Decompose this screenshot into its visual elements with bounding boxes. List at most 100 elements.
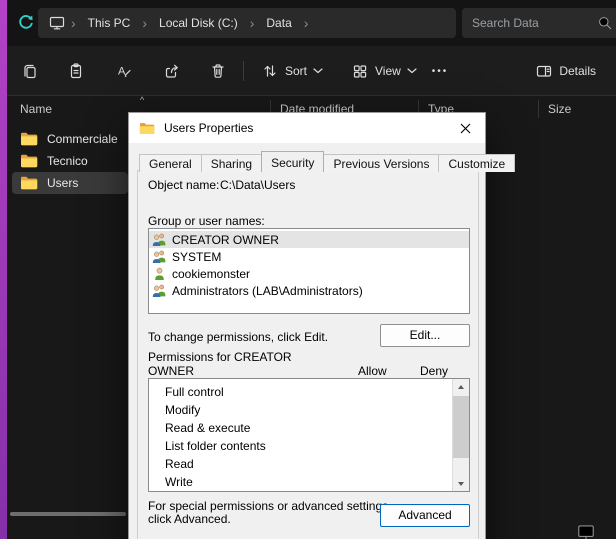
user-row-cookiemonster[interactable]: cookiemonster [149,265,469,282]
tab-security[interactable]: Security [261,151,324,172]
close-icon [460,123,471,134]
refresh-icon [16,13,36,33]
user-name: CREATOR OWNER [172,233,279,247]
paste-icon [67,62,85,80]
permission-row-read[interactable]: Read [149,455,469,473]
user-name: Administrators (LAB\Administrators) [172,284,363,298]
scroll-up-button[interactable] [453,379,469,394]
chevron-right-icon: › [299,15,314,31]
group-icon [152,284,167,297]
rename-button[interactable]: A [107,54,141,88]
column-name[interactable]: Name [20,102,52,116]
permissions-for-line2: OWNER [148,364,328,378]
search-input[interactable] [472,16,597,30]
breadcrumb-local-disk-c[interactable]: Local Disk (C:) [152,16,245,30]
user-row-administrators[interactable]: Administrators (LAB\Administrators) [149,282,469,299]
delete-icon [209,62,227,80]
dialog-title: Users Properties [164,121,253,135]
group-icon [152,233,167,246]
details-label: Details [559,64,596,78]
breadcrumb[interactable]: › This PC › Local Disk (C:) › Data › [38,8,456,38]
share-icon [163,62,181,80]
permissions-for-label: Permissions for CREATOR OWNER [148,350,328,378]
ellipsis-icon: ••• [432,66,449,77]
chevron-down-icon [407,68,417,74]
permission-row-list-folder-contents[interactable]: List folder contents [149,437,469,455]
special-permissions-line2: click Advanced. [148,513,391,526]
special-permissions-text: For special permissions or advanced sett… [148,500,391,526]
group-user-list[interactable]: CREATOR OWNER SYSTEM c [148,228,470,314]
close-button[interactable] [452,117,478,139]
sort-icon [261,62,279,80]
vertical-scrollbar[interactable] [452,379,469,491]
user-row-system[interactable]: SYSTEM [149,248,469,265]
paste-button[interactable] [59,54,93,88]
details-pane-icon [535,62,553,80]
security-tab-panel: Object name: C:\Data\Users Group or user… [137,170,479,539]
svg-text:A: A [118,66,126,78]
dialog-titlebar[interactable]: Users Properties [129,113,485,143]
scroll-down-button[interactable] [453,476,469,491]
file-row-tecnico[interactable]: Tecnico [12,150,128,172]
copy-button[interactable] [13,54,47,88]
delete-button[interactable] [201,54,235,88]
user-row-creator-owner[interactable]: CREATOR OWNER [149,231,469,248]
chevron-right-icon: › [66,15,81,31]
advanced-button[interactable]: Advanced [380,504,470,527]
tab-sharing[interactable]: Sharing [201,154,262,172]
column-divider[interactable] [538,100,539,118]
explorer-address-band: › This PC › Local Disk (C:) › Data › [7,0,616,46]
group-user-names-label: Group or user names: [148,214,265,228]
left-edge-strip [0,0,7,539]
deny-column-header: Deny [420,364,448,378]
permission-row-read-execute[interactable]: Read & execute [149,419,469,437]
breadcrumb-this-pc[interactable]: This PC [81,16,138,30]
triangle-up-icon [458,385,464,389]
file-name: Tecnico [47,154,88,168]
breadcrumb-data[interactable]: Data [259,16,298,30]
folder-icon [20,154,38,168]
properties-dialog: Users Properties General Sharing Securit… [128,112,486,539]
toolbar-separator [243,61,244,81]
search-box[interactable] [462,8,616,38]
share-button[interactable] [155,54,189,88]
screen: › This PC › Local Disk (C:) › Data › [0,0,616,539]
scrollbar-thumb[interactable] [453,396,469,458]
tab-previous-versions[interactable]: Previous Versions [323,154,439,172]
permission-row-modify[interactable]: Modify [149,401,469,419]
chevron-right-icon: › [245,15,260,31]
folder-icon [20,176,38,190]
horizontal-scrollbar[interactable] [10,512,126,516]
sort-label: Sort [285,64,307,78]
object-name-label: Object name: [148,178,219,192]
this-pc-icon [48,14,66,32]
search-icon [597,15,613,31]
change-permissions-text: To change permissions, click Edit. [148,330,328,344]
permission-row-write[interactable]: Write [149,473,469,491]
rename-icon: A [115,62,133,80]
tab-customize[interactable]: Customize [438,154,515,172]
view-button[interactable]: View [343,54,425,88]
permissions-list[interactable]: Full control Modify Read & execute List … [148,378,470,492]
column-size[interactable]: Size [548,102,571,116]
tab-general[interactable]: General [139,154,202,172]
refresh-button[interactable] [13,10,39,36]
sort-button[interactable]: Sort [253,54,331,88]
more-options-button[interactable]: ••• [425,54,455,88]
file-name: Users [47,176,78,190]
file-row-users[interactable]: Users [12,172,128,194]
permissions-for-line1: Permissions for CREATOR [148,350,328,364]
edit-button[interactable]: Edit... [380,324,470,347]
permission-row-full-control[interactable]: Full control [149,383,469,401]
file-name: Commerciale [47,132,118,146]
user-icon [152,267,167,280]
details-button[interactable]: Details [527,54,604,88]
sort-ascending-icon: ^ [140,95,144,105]
view-label: View [375,64,401,78]
user-name: SYSTEM [172,250,221,264]
user-name: cookiemonster [172,267,250,281]
display-status-icon [576,523,596,539]
file-row-commerciale[interactable]: Commerciale [12,128,128,150]
group-icon [152,250,167,263]
allow-column-header: Allow [358,364,387,378]
